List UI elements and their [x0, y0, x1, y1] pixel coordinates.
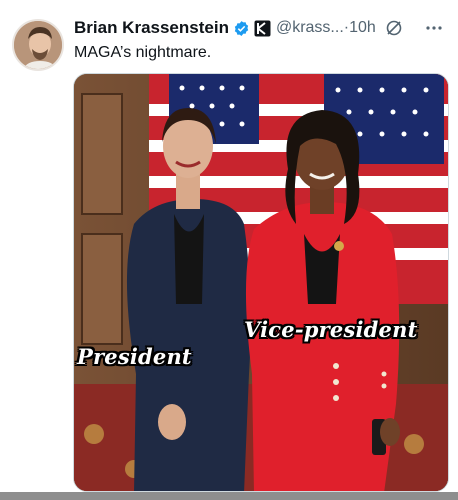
caption-president: President: [77, 344, 192, 369]
timestamp[interactable]: 10h: [349, 19, 376, 36]
tweet-photo[interactable]: Vice-president President: [73, 73, 449, 492]
grok-icon[interactable]: [385, 19, 403, 37]
tweet-text: MAGA’s nightmare.: [74, 44, 212, 61]
affiliate-k-icon[interactable]: [254, 20, 271, 37]
verified-badge-icon[interactable]: [233, 20, 250, 37]
handle-text: @krass...: [275, 19, 344, 36]
author-handle[interactable]: @krass...·10h: [276, 19, 376, 37]
author-avatar[interactable]: [12, 19, 64, 71]
more-options-icon[interactable]: [424, 18, 444, 38]
tweet-header: Brian Krassenstein @krass...·10h: [74, 16, 444, 40]
author-name[interactable]: Brian Krassenstein: [74, 18, 229, 38]
bottom-divider: [0, 492, 458, 500]
tweet-card[interactable]: Brian Krassenstein @krass...·10h MAGA’s …: [0, 0, 458, 500]
caption-vice-president: Vice-president: [244, 317, 418, 342]
